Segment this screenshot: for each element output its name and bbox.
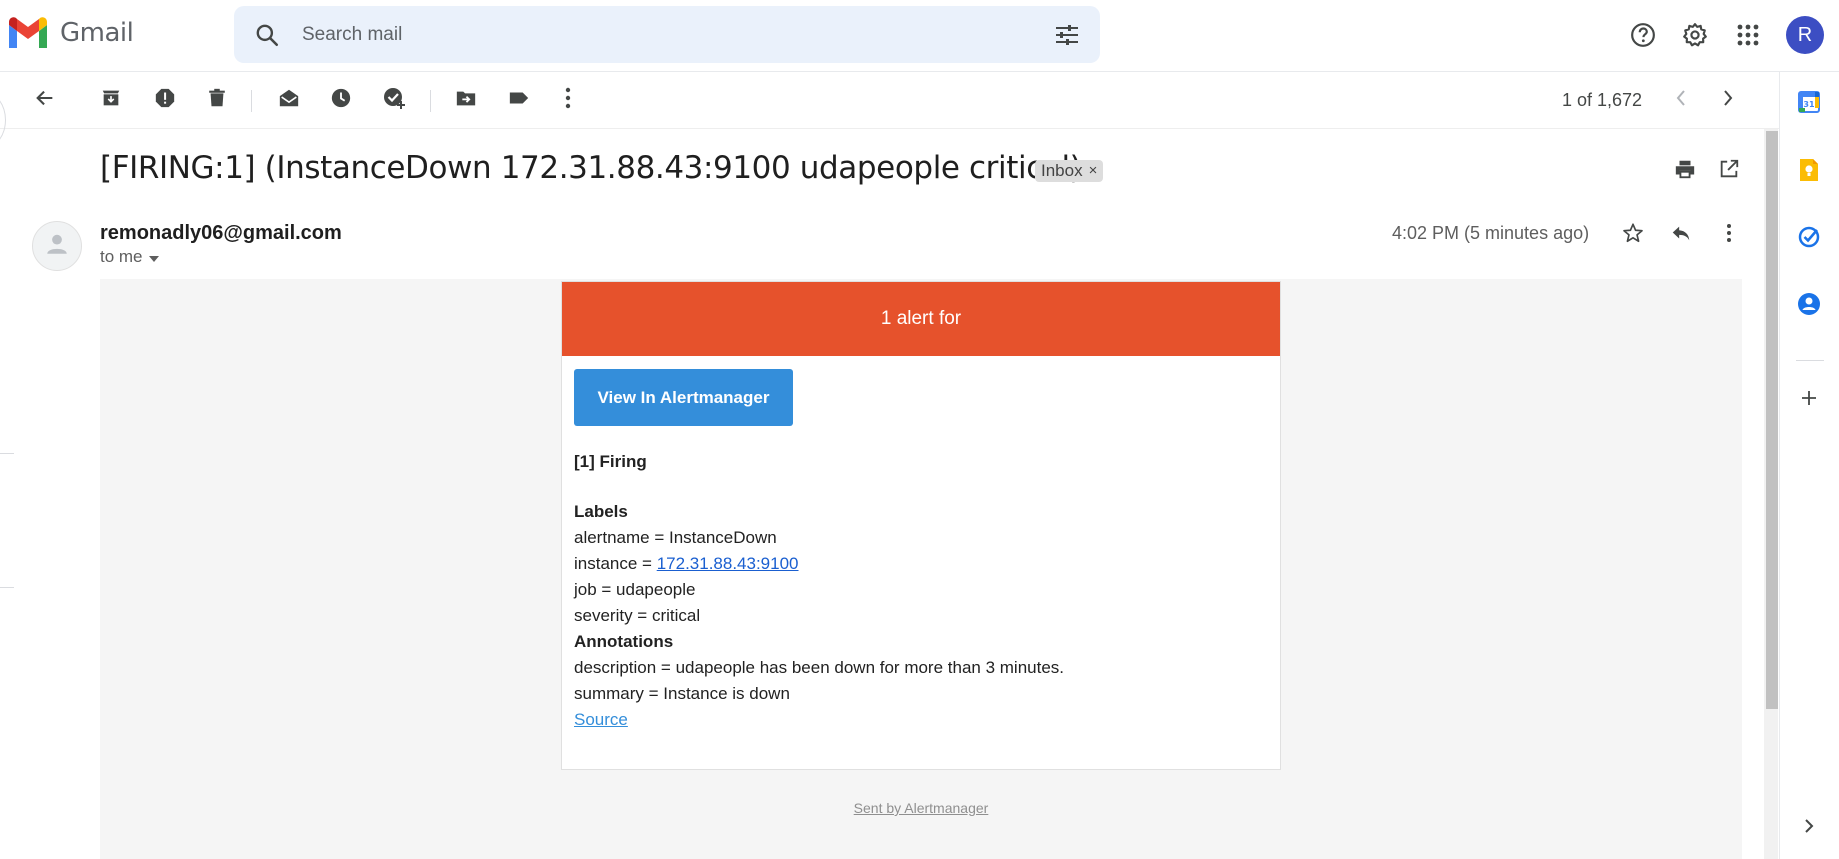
gmail-logo[interactable]: Gmail — [6, 16, 134, 50]
report-spam-button[interactable] — [145, 80, 185, 120]
get-addons-button[interactable] — [1794, 385, 1824, 415]
move-to-icon — [455, 87, 477, 114]
snooze-button[interactable] — [321, 80, 361, 120]
side-panel: 31 — [1779, 72, 1839, 859]
mark-unread-icon — [278, 87, 300, 114]
keep-icon — [1797, 158, 1821, 187]
svg-text:31: 31 — [1803, 100, 1815, 109]
left-nav-divider — [0, 587, 14, 588]
star-icon — [1622, 222, 1644, 249]
show-side-panel-button[interactable] — [1794, 813, 1824, 843]
labels-heading: Labels — [574, 502, 628, 521]
print-icon — [1674, 158, 1696, 185]
top-bar: Gmail R — [0, 0, 1839, 72]
search-options-icon[interactable] — [1054, 23, 1080, 52]
chevron-left-icon — [1675, 89, 1687, 112]
more-vert-icon — [1726, 223, 1732, 248]
chevron-right-icon — [1722, 89, 1734, 112]
caret-down-icon — [148, 247, 159, 267]
expand-icon — [1804, 818, 1814, 839]
side-panel-divider — [1796, 360, 1824, 361]
sender-avatar[interactable] — [32, 221, 82, 271]
instance-line: instance = 172.31.88.43:9100 — [574, 554, 799, 574]
calendar-button[interactable]: 31 — [1794, 89, 1824, 119]
contacts-button[interactable] — [1794, 291, 1824, 321]
more-vert-icon — [565, 87, 571, 114]
search-bar — [234, 6, 1100, 63]
labels-icon — [508, 87, 530, 114]
snooze-icon — [330, 87, 352, 114]
sender-email[interactable]: remonadly06@gmail.com — [100, 222, 342, 245]
settings-icon[interactable] — [1675, 15, 1715, 55]
add-icon — [1800, 389, 1818, 412]
report-spam-icon — [154, 87, 176, 114]
recipient-details-toggle[interactable]: to me — [100, 247, 159, 267]
back-icon — [34, 87, 56, 114]
open-in-new-icon — [1718, 158, 1740, 185]
view-in-alertmanager-button[interactable]: View In Alertmanager — [574, 369, 793, 426]
labels-button[interactable] — [499, 80, 539, 120]
open-new-window-button[interactable] — [1714, 156, 1744, 186]
reply-icon — [1670, 222, 1692, 249]
person-icon — [44, 231, 70, 262]
archive-button[interactable] — [91, 80, 131, 120]
scrollbar-track[interactable] — [1764, 129, 1778, 859]
toolbar-divider — [430, 90, 431, 112]
alert-card: 1 alert for View In Alertmanager [1] Fir… — [561, 281, 1281, 770]
add-to-tasks-button[interactable] — [374, 80, 414, 120]
inbox-label-chip[interactable]: Inbox × — [1035, 160, 1104, 182]
account-avatar[interactable]: R — [1786, 16, 1824, 54]
message-toolbar: 1 of 1,672 — [0, 72, 1779, 129]
firing-heading: [1] Firing — [574, 452, 647, 471]
message-more-button[interactable] — [1712, 218, 1746, 252]
star-button[interactable] — [1616, 218, 1650, 252]
print-button[interactable] — [1670, 156, 1700, 186]
move-to-button[interactable] — [446, 80, 486, 120]
help-icon[interactable] — [1623, 15, 1663, 55]
summary-line: summary = Instance is down — [574, 684, 790, 703]
tasks-button[interactable] — [1794, 224, 1824, 254]
add-to-tasks-icon — [382, 86, 406, 115]
contacts-icon — [1797, 292, 1821, 321]
recipient-text: to me — [100, 247, 143, 266]
job-line: job = udapeople — [574, 580, 696, 599]
gmail-m-icon — [9, 17, 47, 48]
archive-icon — [100, 87, 122, 114]
delete-button[interactable] — [197, 80, 237, 120]
email-footer: Sent by Alertmanager — [100, 800, 1742, 816]
tasks-icon — [1797, 225, 1821, 254]
annotations-heading: Annotations — [574, 632, 674, 651]
toolbar-divider — [251, 90, 252, 112]
older-button[interactable] — [1708, 80, 1748, 120]
remove-label-button[interactable]: × — [1089, 160, 1098, 182]
keep-button[interactable] — [1794, 157, 1824, 187]
scrollbar-thumb[interactable] — [1766, 131, 1778, 709]
instance-link[interactable]: 172.31.88.43:9100 — [657, 554, 799, 573]
newer-button[interactable] — [1661, 80, 1701, 120]
mark-unread-button[interactable] — [269, 80, 309, 120]
alertname-line: alertname = InstanceDown — [574, 528, 777, 547]
alert-banner: 1 alert for — [562, 282, 1280, 356]
reply-button[interactable] — [1664, 218, 1698, 252]
calendar-icon: 31 — [1797, 90, 1821, 119]
more-options-button[interactable] — [548, 80, 588, 120]
description-line: description = udapeople has been down fo… — [574, 658, 1065, 677]
message-subject: [FIRING:1] (InstanceDown 172.31.88.43:91… — [100, 150, 1082, 186]
email-body: 1 alert for View In Alertmanager [1] Fir… — [100, 279, 1742, 859]
apps-icon[interactable] — [1728, 15, 1768, 55]
app-name: Gmail — [60, 18, 134, 48]
sent-by-alertmanager-link[interactable]: Sent by Alertmanager — [854, 800, 989, 816]
source-link[interactable]: Source — [574, 710, 628, 729]
message-timestamp: 4:02 PM (5 minutes ago) — [1392, 223, 1590, 243]
search-input[interactable] — [302, 22, 1002, 48]
label-text: Inbox — [1041, 161, 1083, 180]
left-nav-divider — [0, 453, 14, 454]
severity-line: severity = critical — [574, 606, 701, 625]
delete-icon — [206, 87, 228, 114]
back-button[interactable] — [25, 80, 65, 120]
source-link-line: Source — [574, 710, 628, 730]
instance-label: instance = — [574, 554, 657, 573]
search-icon[interactable] — [254, 22, 280, 53]
pagination-count: 1 of 1,672 — [1562, 90, 1643, 110]
